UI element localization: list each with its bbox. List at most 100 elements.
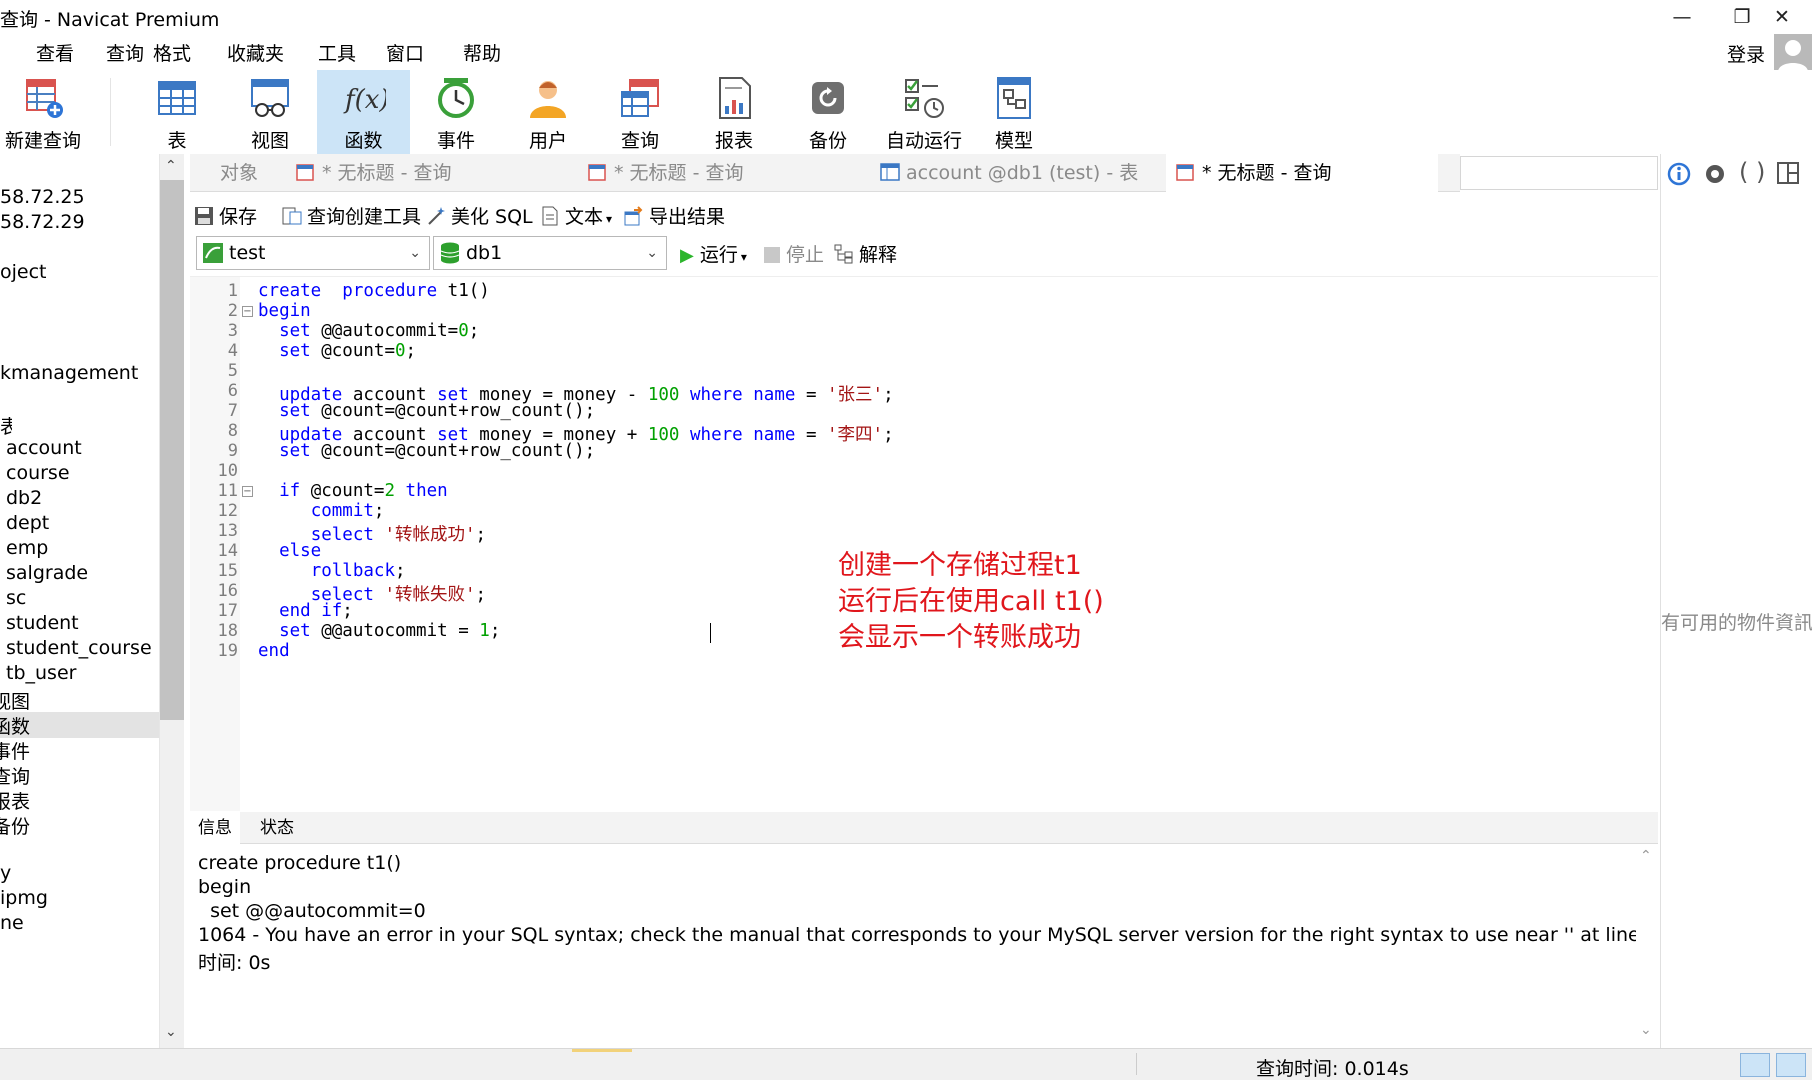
code-token: '李四' — [827, 425, 884, 445]
beautify-sql-button[interactable]: 美化 SQL — [426, 202, 533, 229]
tree-item-backups[interactable]: 备份 — [0, 812, 30, 839]
menu-format[interactable]: 格式 — [153, 39, 191, 66]
parentheses-icon[interactable]: ( ) — [1739, 158, 1765, 186]
query-button[interactable]: 查询 — [604, 70, 676, 154]
tree-scroll-thumb[interactable] — [160, 180, 184, 720]
chevron-down-icon: ⌄ — [646, 245, 658, 261]
query-builder-button[interactable]: 查询创建工具 — [282, 202, 421, 229]
report-button[interactable]: 报表 — [698, 70, 770, 154]
database-select[interactable]: db1 ⌄ — [433, 236, 667, 270]
scroll-up-icon[interactable]: ⌃ — [165, 158, 177, 174]
tree-item-db-ipmg[interactable]: ipmg — [0, 887, 48, 909]
code-token: '张三' — [827, 385, 884, 405]
tree-item-sc[interactable]: sc — [6, 587, 26, 609]
scroll-up-icon[interactable]: ⌃ — [1640, 848, 1652, 864]
close-button[interactable]: ✕ — [1752, 0, 1812, 34]
tab-objects[interactable]: 对象 — [220, 154, 290, 192]
grid-icon[interactable] — [1777, 162, 1799, 184]
user-button[interactable]: 用户 — [512, 70, 584, 154]
tree-item-salgrade[interactable]: salgrade — [6, 562, 88, 584]
tree-item-emp[interactable]: emp — [6, 537, 48, 559]
model-button[interactable]: 模型 — [978, 70, 1050, 154]
scroll-down-icon[interactable]: ⌄ — [1640, 1022, 1652, 1038]
beautify-sql-label: 美化 SQL — [451, 206, 533, 228]
tree-item-student[interactable]: student — [6, 612, 79, 634]
tree-item-tb-user[interactable]: tb_user — [6, 662, 76, 684]
connection-select[interactable]: test ⌄ — [196, 236, 430, 270]
title-bar: 查询 - Navicat Premium — ❐ ✕ — [0, 0, 1812, 34]
backup-label: 备份 — [808, 130, 847, 152]
tree-item-connection-2[interactable]: 58.72.29 — [0, 211, 85, 233]
new-query-button[interactable]: 新建查询 — [0, 70, 86, 154]
tree-item-views[interactable]: 视图 — [0, 687, 30, 714]
tab-query-2[interactable]: * 无标题 - 查询 — [588, 154, 860, 192]
menu-favorites[interactable]: 收藏夹 — [227, 39, 284, 66]
automation-button[interactable]: 自动运行 — [876, 70, 972, 154]
tab-query-1[interactable]: * 无标题 - 查询 — [296, 154, 568, 192]
fold-toggle-icon[interactable]: − — [242, 306, 253, 317]
main-toolbar: 新建查询 表 视图 f(x) 函数 事件 用户 查询 报表 备份 自动运行 模型 — [0, 70, 1812, 154]
line-number: 18 — [217, 621, 238, 641]
dropdown-arrow-icon: ▾ — [740, 250, 747, 264]
tree-item-bankmanagement[interactable]: kmanagement — [0, 362, 138, 384]
tab-info[interactable]: 信息 — [190, 812, 240, 844]
tree-item-student-course[interactable]: student_course — [6, 637, 152, 659]
menu-window[interactable]: 窗口 — [386, 39, 424, 66]
tree-item-events[interactable]: 事件 — [0, 737, 30, 764]
menu-tools[interactable]: 工具 — [318, 39, 356, 66]
layout-toggle-right-icon[interactable] — [1776, 1053, 1806, 1077]
menu-help[interactable]: 帮助 — [463, 39, 501, 66]
export-result-button[interactable]: 导出结果 — [624, 202, 725, 229]
code-token: procedure — [342, 281, 438, 301]
tab-account-table[interactable]: account @db1 (test) - 表 — [880, 154, 1162, 192]
info-icon[interactable] — [1667, 162, 1691, 186]
tree-item-account[interactable]: account — [6, 437, 82, 459]
menu-query[interactable]: 查询 — [106, 39, 144, 66]
table-button[interactable]: 表 — [142, 70, 212, 154]
tree-item-dept[interactable]: dept — [6, 512, 49, 534]
play-icon: ▶ — [680, 245, 694, 266]
avatar[interactable] — [1774, 34, 1812, 72]
backup-icon — [812, 82, 844, 114]
sql-editor[interactable]: 1 2 3 4 5 6 7 8 9 10 11 12 13 14 15 16 1… — [190, 276, 1658, 811]
tab-status[interactable]: 状态 — [252, 812, 302, 844]
function-button[interactable]: f(x) 函数 — [317, 70, 410, 154]
code-token: ; — [394, 561, 406, 581]
menu-view[interactable]: 查看 — [36, 39, 74, 66]
view-button[interactable]: 视图 — [232, 70, 308, 154]
login-link[interactable]: 登录 — [1727, 40, 1765, 67]
event-button[interactable]: 事件 — [420, 70, 492, 154]
tree-item-db-ne[interactable]: ne — [0, 912, 24, 934]
save-button[interactable]: 保存 — [194, 202, 257, 229]
tab-query-active[interactable]: * 无标题 - 查询 — [1166, 154, 1438, 192]
run-button[interactable]: ▶ 运行 ▾ — [680, 240, 747, 267]
tree-item-tables[interactable]: 表 — [0, 412, 12, 439]
explain-button[interactable]: 解释 — [834, 240, 897, 267]
fold-toggle-icon[interactable]: − — [242, 486, 253, 497]
backup-button[interactable]: 备份 — [792, 70, 864, 154]
tab-search-box[interactable] — [1460, 156, 1658, 190]
tree-item-functions[interactable]: 函数 — [0, 712, 159, 738]
eye-icon[interactable] — [1703, 162, 1727, 186]
table-label: 表 — [167, 130, 187, 152]
minimize-button[interactable]: — — [1652, 0, 1712, 34]
tree-item-course[interactable]: course — [6, 462, 70, 484]
code-token: ; — [883, 385, 894, 405]
tree-item-db2[interactable]: db2 — [6, 487, 42, 509]
code-token: end — [258, 641, 290, 661]
text-button[interactable]: 文本 ▾ — [540, 202, 612, 229]
stop-button[interactable]: 停止 — [764, 240, 824, 267]
layout-toggle-left-icon[interactable] — [1740, 1053, 1770, 1077]
output-scrollbar[interactable]: ⌃ ⌄ — [1636, 846, 1658, 1046]
export-result-label: 导出结果 — [649, 206, 726, 228]
scroll-down-icon[interactable]: ⌄ — [165, 1024, 177, 1040]
function-label: 函数 — [344, 130, 383, 152]
tree-item-reports[interactable]: 报表 — [0, 787, 30, 814]
tree-item-connection-1[interactable]: 58.72.25 — [0, 186, 85, 208]
tree-item-db-y[interactable]: y — [0, 862, 11, 884]
tree-item-project[interactable]: oject — [0, 261, 47, 283]
tree-item-queries[interactable]: 查询 — [0, 762, 30, 789]
code-token: 100 — [647, 425, 680, 445]
code-token: ; — [405, 341, 417, 361]
